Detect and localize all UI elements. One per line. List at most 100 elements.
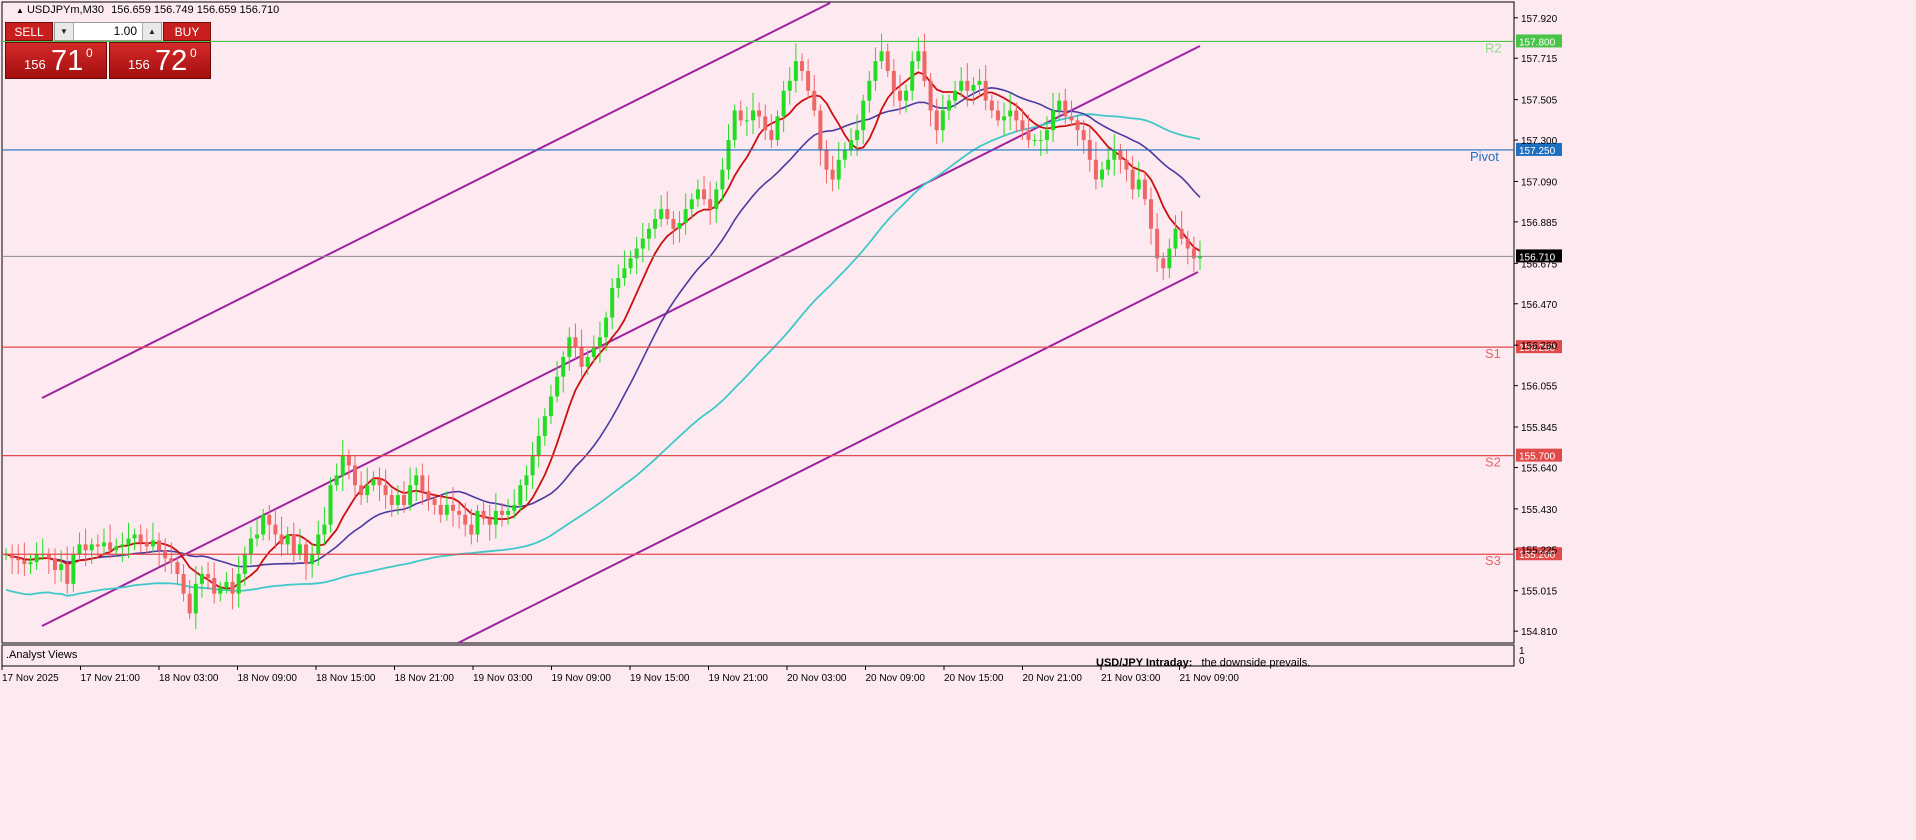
ask-sup: 0 (190, 46, 197, 60)
buy-button[interactable]: BUY (163, 22, 211, 41)
candle-body (1112, 149, 1117, 160)
candle-body (1130, 169, 1135, 190)
level-tag-text-s2: 155.700 (1519, 452, 1556, 463)
candle-body (432, 499, 437, 505)
candle-body (285, 534, 290, 545)
candle-body (818, 110, 823, 150)
candle-body (1075, 120, 1080, 131)
candle-body (28, 562, 33, 565)
candle-body (573, 337, 578, 348)
candle-body (548, 396, 553, 417)
candle-body (199, 573, 204, 584)
candle-body (469, 524, 474, 535)
bid-price-button[interactable]: 156 71 0 (5, 42, 107, 79)
candle-body (604, 317, 609, 338)
candle-body (408, 485, 413, 505)
lot-size-field[interactable]: ▼ 1.00 ▲ (54, 22, 162, 41)
price-axis-label: 157.505 (1521, 96, 1558, 107)
channel-line (41, 45, 1201, 627)
lot-decrease-icon[interactable]: ▼ (55, 23, 74, 40)
candle-body (628, 258, 633, 269)
time-axis-label: 20 Nov 03:00 (787, 673, 847, 684)
candle-body (720, 169, 725, 190)
candle-body (787, 80, 792, 91)
level-label-r2: R2 (1485, 40, 1502, 55)
candle-body (1051, 110, 1056, 131)
candle-body (310, 554, 315, 565)
candle-body (934, 110, 939, 131)
candle-body (585, 357, 590, 367)
price-chart[interactable]: R2 157.800Pivot 157.250S1 156.250S2 155.700S… (0, 0, 1916, 840)
candle-body (1032, 140, 1037, 142)
candle-body (481, 510, 486, 519)
level-label-s2: S2 (1485, 455, 1501, 470)
one-click-trading-panel: SELL ▼ 1.00 ▲ BUY 156 71 0 156 72 0 (5, 22, 211, 80)
level-label-pivot: Pivot (1470, 149, 1499, 164)
candle-body (236, 573, 241, 594)
candle-body (328, 485, 333, 525)
sell-button[interactable]: SELL (5, 22, 53, 41)
candle-body (420, 475, 425, 492)
candle-body (322, 524, 327, 535)
candle-body (52, 558, 57, 571)
candle-body (334, 475, 339, 486)
candle-body (255, 534, 260, 539)
time-axis-label: 20 Nov 15:00 (944, 673, 1004, 684)
candle-body (169, 558, 174, 563)
bid-sup: 0 (86, 46, 93, 60)
candle-body (800, 61, 804, 72)
candle-body (34, 554, 39, 563)
candle-body (450, 504, 455, 511)
time-axis-label: 20 Nov 09:00 (866, 673, 926, 684)
candle-body (879, 51, 884, 62)
candle-body (757, 110, 762, 117)
candle-body (1149, 199, 1154, 229)
level-tag-text-r2: 157.800 (1519, 37, 1556, 48)
candle-body (506, 510, 511, 515)
level-tag-text-pivot: 157.250 (1519, 146, 1556, 157)
candle-body (1155, 228, 1160, 259)
candle-body (108, 542, 113, 551)
candle-body (1038, 140, 1043, 142)
candle-body (101, 542, 106, 547)
candle-body (695, 189, 700, 200)
candle-body (1069, 116, 1074, 121)
current-price-text: 156.710 (1519, 252, 1556, 263)
candle-body (1002, 116, 1007, 121)
candle-body (665, 209, 670, 219)
candle-body (212, 577, 217, 594)
symbol-header: ▲ USDJPYm,M30 156.659 156.749 156.659 15… (16, 4, 279, 16)
candle-body (640, 238, 645, 249)
subwindow-scale-bottom: 0 (1519, 656, 1525, 667)
analyst-view-title: USD/JPY Intraday: (1096, 657, 1193, 669)
candle-body (928, 80, 933, 111)
time-axis-label: 21 Nov 03:00 (1101, 673, 1161, 684)
candle-body (830, 169, 835, 180)
header-arrow-icon: ▲ (16, 6, 24, 15)
candle-body (175, 562, 180, 574)
candle-body (1136, 179, 1141, 190)
price-axis-label: 155.640 (1521, 463, 1558, 474)
candle-body (426, 491, 431, 500)
price-axis-label: 157.090 (1521, 177, 1558, 188)
candle-body (959, 80, 964, 91)
ask-price-button[interactable]: 156 72 0 (109, 42, 211, 79)
candle-body (193, 583, 198, 614)
candle-body (897, 90, 902, 101)
candle-body (989, 100, 994, 111)
time-axis-label: 19 Nov 21:00 (709, 673, 769, 684)
candle-body (904, 90, 909, 101)
candle-body (1081, 130, 1086, 141)
candle-body (95, 544, 100, 547)
candle-body (708, 199, 713, 210)
candle-body (671, 218, 676, 229)
candle-body (1100, 169, 1105, 180)
time-axis-label: 19 Nov 15:00 (630, 673, 690, 684)
candle-body (120, 544, 125, 547)
candle-body (402, 495, 406, 505)
price-axis-label: 155.015 (1521, 587, 1558, 598)
lot-increase-icon[interactable]: ▲ (142, 23, 161, 40)
candle-body (965, 80, 970, 91)
lot-size-value[interactable]: 1.00 (75, 23, 141, 40)
candle-body (891, 71, 896, 91)
